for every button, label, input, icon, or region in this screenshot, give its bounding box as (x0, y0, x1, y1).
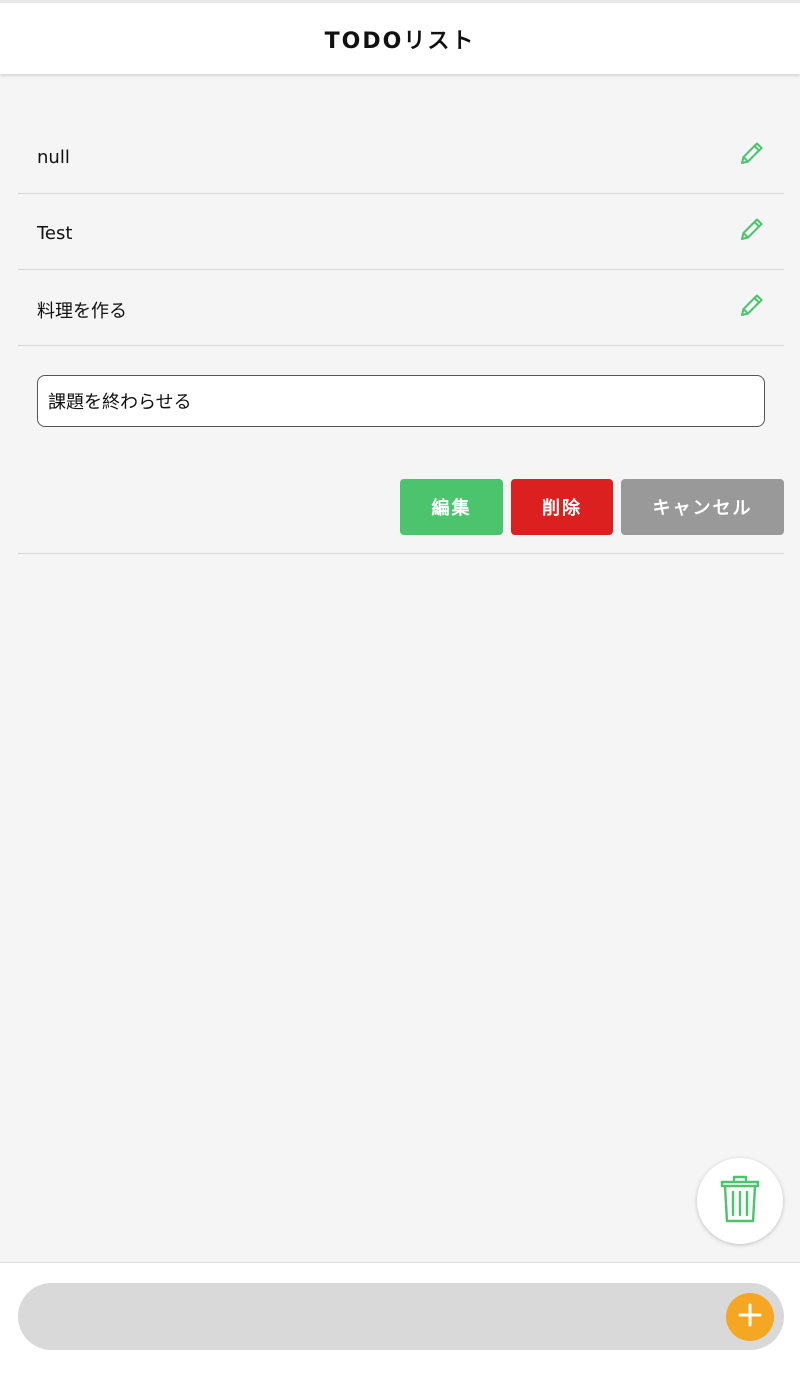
footer (0, 1262, 800, 1393)
pencil-icon[interactable] (738, 215, 766, 243)
trash-icon (720, 1175, 760, 1227)
todo-item[interactable]: 料理を作る (18, 270, 784, 346)
edit-button[interactable]: 編集 (400, 479, 503, 535)
trash-button[interactable] (697, 1158, 783, 1244)
plus-icon (737, 1302, 763, 1332)
new-todo-bar (18, 1283, 784, 1352)
header: TODOリスト (0, 0, 800, 74)
todo-label: Test (37, 223, 73, 244)
edit-todo-input[interactable] (37, 375, 765, 427)
page-title: TODOリスト (324, 28, 476, 54)
todo-app: TODOリスト null Test 料理を作る 課題を終わらせる 編集 削除 キ… (0, 0, 800, 1393)
delete-button[interactable]: 削除 (511, 479, 613, 535)
todo-item[interactable]: Test (18, 194, 784, 270)
todo-list: null Test 料理を作る 課題を終わらせる 編集 削除 キャンセル (18, 118, 784, 554)
todo-item[interactable]: null (18, 118, 784, 194)
new-todo-input[interactable] (42, 1283, 726, 1352)
pencil-icon[interactable] (738, 139, 766, 167)
add-button[interactable] (726, 1293, 774, 1341)
edit-panel: 編集 削除 キャンセル (18, 346, 784, 554)
cancel-button[interactable]: キャンセル (621, 479, 784, 535)
pencil-icon[interactable] (738, 291, 766, 319)
todo-label: 料理を作る (37, 300, 127, 322)
todo-label: null (37, 147, 70, 168)
